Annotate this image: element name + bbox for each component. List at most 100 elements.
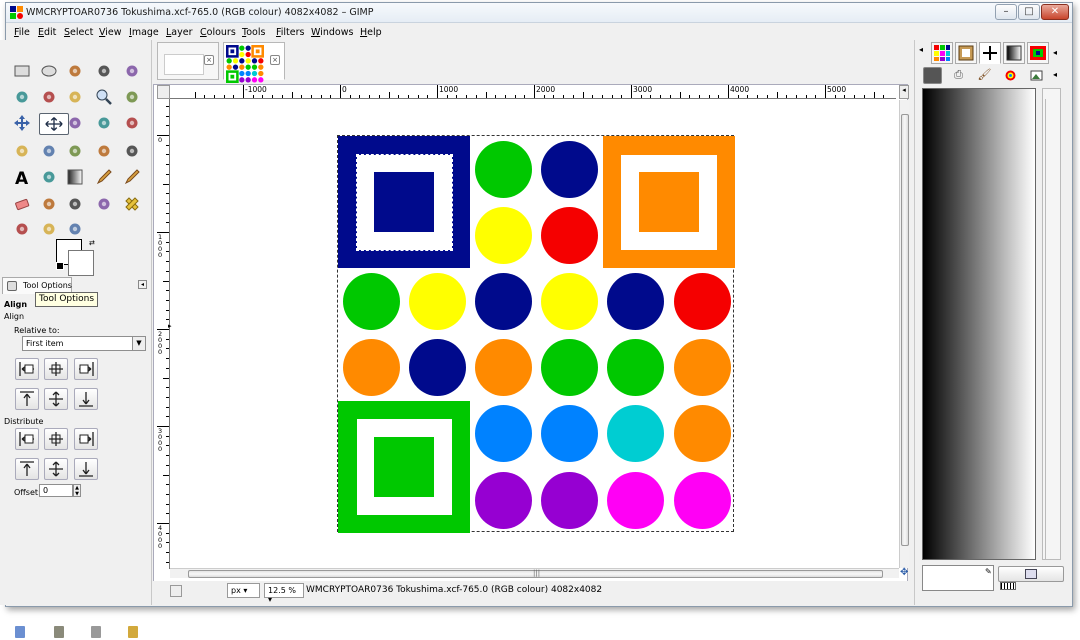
- menu-select[interactable]: Select: [64, 27, 93, 38]
- distribute-center-vertical-button[interactable]: [44, 458, 68, 480]
- tab-palettes[interactable]: [931, 42, 953, 64]
- tab-patterns[interactable]: [979, 42, 1001, 64]
- perspective-icon[interactable]: [39, 141, 59, 161]
- gradient-list-scrollbar[interactable]: [1042, 88, 1061, 560]
- reset-options-icon[interactable]: [128, 626, 138, 638]
- blur-icon[interactable]: [12, 219, 32, 239]
- menu-edit[interactable]: Edit: [38, 27, 56, 38]
- menu-view[interactable]: View: [99, 27, 122, 38]
- menu-image[interactable]: Image: [129, 27, 159, 38]
- dock-tab-menu-icon-2[interactable]: ◂: [1053, 70, 1057, 79]
- align-right-edge-button[interactable]: [74, 358, 98, 380]
- background-color-swatch[interactable]: [68, 250, 94, 276]
- color-select-icon[interactable]: [12, 87, 32, 107]
- delete-options-icon[interactable]: [91, 626, 101, 638]
- cage-icon[interactable]: [94, 141, 114, 161]
- airbrush-icon[interactable]: [39, 194, 59, 214]
- tab-fonts[interactable]: [1027, 42, 1049, 64]
- smudge-icon[interactable]: [39, 219, 59, 239]
- zoom-image-icon[interactable]: ◂: [899, 85, 909, 99]
- crop-icon[interactable]: [65, 113, 85, 133]
- dodge-icon[interactable]: [65, 219, 85, 239]
- gradient-preview[interactable]: [922, 88, 1036, 560]
- image-canvas[interactable]: [337, 135, 736, 534]
- clone-icon[interactable]: [94, 194, 114, 214]
- image-tab-2[interactable]: ×: [223, 42, 285, 83]
- relative-to-select[interactable]: First item ▼: [22, 336, 146, 351]
- menu-help[interactable]: Help: [360, 27, 382, 38]
- distribute-center-horizontal-button[interactable]: [44, 428, 68, 450]
- vertical-ruler[interactable]: 0 1000 2000 3000 4000: [157, 99, 170, 569]
- minimize-button[interactable]: –: [995, 4, 1017, 20]
- menu-windows[interactable]: Windows: [311, 27, 353, 38]
- pencil-icon[interactable]: [94, 167, 114, 187]
- tab-gradients[interactable]: [1003, 42, 1025, 64]
- align-center-vertical-button[interactable]: [44, 388, 68, 410]
- scale-icon[interactable]: [122, 113, 142, 133]
- save-options-icon[interactable]: [15, 626, 25, 638]
- paths-icon[interactable]: [39, 87, 59, 107]
- swap-colors-icon[interactable]: ⇄: [89, 239, 97, 247]
- move-icon[interactable]: [12, 113, 32, 133]
- close-tab-icon[interactable]: ×: [270, 55, 280, 65]
- blend-icon[interactable]: [65, 167, 85, 187]
- colour-wheel-icon[interactable]: [1001, 67, 1020, 84]
- maximize-button[interactable]: □: [1018, 4, 1040, 20]
- image-tab-1[interactable]: ×: [157, 42, 219, 80]
- close-button[interactable]: ✕: [1041, 4, 1069, 20]
- offset-input[interactable]: 0: [39, 484, 73, 497]
- rect-select-icon[interactable]: [12, 61, 32, 81]
- gradient-pick-icon[interactable]: ✎: [985, 567, 995, 577]
- warp-icon[interactable]: [122, 141, 142, 161]
- align-top-edge-button[interactable]: [15, 388, 39, 410]
- distribute-bottom-button[interactable]: [74, 458, 98, 480]
- measure-icon[interactable]: [122, 87, 142, 107]
- heal-icon[interactable]: [122, 194, 142, 214]
- title-bar[interactable]: WMCRYPTOAR0736 Tokushima.xcf-765.0 (RGB …: [6, 3, 1072, 23]
- vertical-scroll-thumb[interactable]: [901, 114, 909, 546]
- picture-icon[interactable]: [1027, 67, 1046, 84]
- free-select-icon[interactable]: [65, 61, 85, 81]
- zoom-icon[interactable]: [94, 87, 114, 107]
- flip-icon[interactable]: [65, 141, 85, 161]
- menu-layer[interactable]: Layer: [166, 27, 193, 38]
- vertical-scrollbar[interactable]: [899, 100, 909, 568]
- align-bottom-edge-button[interactable]: [74, 388, 98, 410]
- horizontal-scroll-thumb[interactable]: |||: [188, 569, 883, 578]
- dock-menu-icon[interactable]: ◂: [919, 45, 923, 54]
- dock-tab-menu-icon[interactable]: ◂: [1053, 48, 1057, 57]
- tab-brushes[interactable]: [955, 42, 977, 64]
- menu-file[interactable]: File: [14, 27, 30, 38]
- unit-select[interactable]: px ▾: [227, 583, 260, 598]
- eraser-icon[interactable]: [12, 194, 32, 214]
- edit-gradient-button[interactable]: [998, 566, 1064, 582]
- color-picker-icon[interactable]: [65, 87, 85, 107]
- navigate-icon[interactable]: ✥: [900, 568, 910, 579]
- paintbrush-icon[interactable]: 🖌: [975, 67, 994, 84]
- shear-icon[interactable]: [12, 141, 32, 161]
- align-center-horizontal-button[interactable]: [44, 358, 68, 380]
- close-tab-icon[interactable]: ×: [204, 55, 214, 65]
- printer-icon[interactable]: ⎙: [949, 67, 968, 84]
- tab-gradient-editor[interactable]: [923, 67, 942, 84]
- offset-spinner[interactable]: ▲ ▼: [73, 484, 81, 497]
- restore-options-icon[interactable]: [54, 626, 64, 638]
- distribute-right-button[interactable]: [74, 428, 98, 450]
- rotate-icon[interactable]: [94, 113, 114, 133]
- ellipse-select-icon[interactable]: [39, 61, 59, 81]
- configure-tab-icon[interactable]: ◂: [138, 280, 147, 289]
- zoom-select[interactable]: 12.5 % ▾: [264, 583, 304, 604]
- horizontal-ruler[interactable]: -1000 0 1000 2000 3000 4000 5000: [170, 85, 896, 99]
- ink-icon[interactable]: [65, 194, 85, 214]
- distribute-top-button[interactable]: [15, 458, 39, 480]
- menu-colours[interactable]: Colours: [200, 27, 236, 38]
- scissors-icon[interactable]: [122, 61, 142, 81]
- distribute-left-button[interactable]: [15, 428, 39, 450]
- gradient-name-field[interactable]: [922, 565, 994, 591]
- bucket-fill-icon[interactable]: [39, 167, 59, 187]
- fuzzy-select-icon[interactable]: [94, 61, 114, 81]
- default-colors-icon[interactable]: [56, 262, 64, 270]
- text-icon[interactable]: A: [12, 167, 32, 189]
- align-left-edge-button[interactable]: [15, 358, 39, 380]
- horizontal-scrollbar[interactable]: |||: [170, 568, 899, 578]
